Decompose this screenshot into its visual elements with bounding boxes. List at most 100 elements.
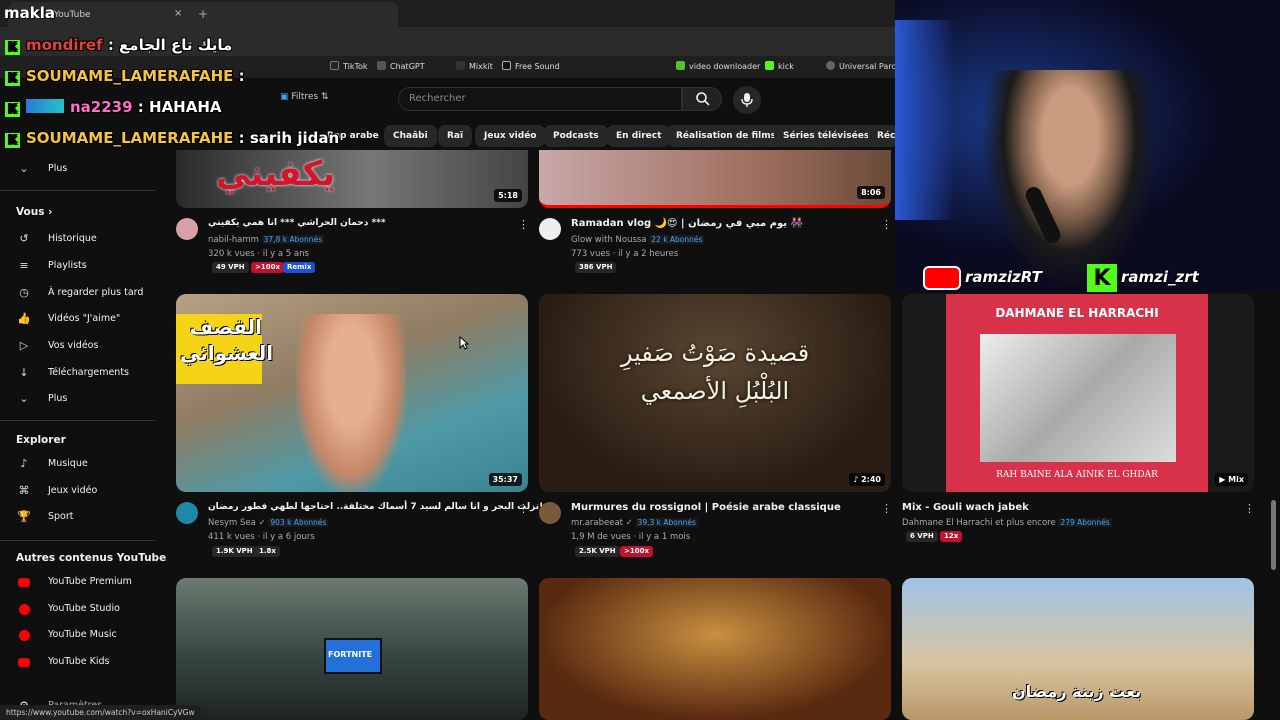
avatar[interactable]	[176, 218, 198, 240]
channel-name[interactable]: Nesym Sea ✓ 903 k Abonnés	[208, 518, 329, 528]
ratio-badge: >100x	[251, 262, 284, 273]
bookmark-mixkit[interactable]: Mixkit	[456, 61, 493, 71]
more-options-icon[interactable]: ⋮	[881, 218, 892, 231]
chip-en-direct[interactable]: En direct	[607, 125, 671, 147]
chat-text: مايك تاع الجامع	[119, 36, 233, 54]
channel-name[interactable]: mr.arabeeat ✓ 39,3 k Abonnés	[571, 518, 698, 528]
channel-name[interactable]: Glow with Noussa 22 k Abonnés	[571, 235, 705, 245]
video-meta: 1,9 M de vues · il y a 1 mois	[571, 532, 691, 542]
video-thumbnail[interactable]	[539, 578, 891, 720]
chat-message: K SOUMAME_LAMERAFAHE : sarih jidan	[5, 129, 339, 148]
vph-badge: 1.9K VPH	[212, 546, 257, 557]
subscriber-count: 279 Abonnés	[1058, 518, 1112, 527]
search-input[interactable]: Rechercher	[398, 87, 682, 111]
sidebar-divider	[0, 540, 155, 541]
tab-title: YouTube	[54, 10, 91, 20]
video-thumbnail[interactable]: القصف العشوائي 35:37	[176, 294, 528, 492]
more-options-icon[interactable]: ⋮	[518, 218, 529, 231]
chip-chaabi[interactable]: Chaâbi	[384, 125, 437, 147]
sidebar-divider	[0, 190, 155, 191]
video-title[interactable]: دحمان الحراشي *** انا همي يكفيني ***	[208, 218, 386, 228]
verified-icon: ✓	[258, 518, 266, 528]
video-thumbnail[interactable]: قصيدة صَوْتُ صَفيرِ البُلْبُلِ الأصمعي ♪…	[539, 294, 891, 492]
channel-label: mr.arabeeat	[571, 518, 624, 528]
chevron-down-icon: ⌄	[19, 392, 29, 405]
bookmark-video-downloader[interactable]: video downloader	[676, 61, 760, 71]
ratio-badge: 1.8x	[255, 546, 280, 557]
screen: YouTube × + TikTok ChatGPT Mixkit Free S…	[0, 0, 1280, 720]
kick-icon: K	[5, 133, 20, 148]
social-handles: ramzizRT K ramzi_zrt	[923, 262, 1273, 292]
thumbnail-text: يكفيني	[216, 154, 336, 194]
avatar[interactable]	[176, 502, 198, 524]
video-title[interactable]: نزلت البحر و انا سالم لسيد 7 أسماك مختلف…	[208, 502, 543, 512]
chip-reci[interactable]: Réci	[868, 125, 899, 147]
playlist-icon: ▶	[1219, 475, 1229, 484]
duration-label: Mix	[1228, 475, 1244, 484]
bookmark-universal-parcel[interactable]: Universal Parcel	[826, 61, 903, 71]
thumbnail-photo	[980, 334, 1176, 462]
sidebar-item-label: Plus	[48, 163, 68, 174]
video-duration: 35:37	[488, 473, 522, 486]
vph-badge: 49 VPH	[212, 262, 249, 273]
scrollbar-thumb[interactable]	[1271, 500, 1276, 570]
search-placeholder: Rechercher	[409, 93, 466, 104]
stream-logo: makla	[4, 4, 55, 22]
video-duration: ♪ 2:40	[849, 473, 885, 486]
more-options-icon[interactable]: ⋮	[518, 502, 529, 515]
browser-tab-bar: YouTube × +	[0, 0, 895, 28]
bookmark-kick[interactable]: kick	[765, 61, 794, 71]
voice-search-button[interactable]	[733, 86, 761, 114]
video-meta: 320 k vues · il y a 5 ans	[208, 249, 309, 259]
video-title[interactable]: Ramadan vlog 🌙😍 | يوم مبي في رمضان 👭	[571, 218, 803, 229]
sidebar-section-other: Autres contenus YouTube	[16, 552, 167, 564]
video-title[interactable]: Mix - Gouli wach jabek	[902, 502, 1029, 513]
subscriber-count: 39,3 k Abonnés	[635, 518, 698, 527]
music-icon: ♪	[20, 457, 28, 470]
chip-series-televisees[interactable]: Séries télévisées	[774, 125, 879, 147]
filters-label: Filtres	[291, 92, 319, 102]
video-thumbnail[interactable]: DAHMANE EL HARRACHI RAH BAINE ALA AINIK …	[902, 294, 1254, 492]
thumbnail-text: القصف العشوائي	[180, 315, 274, 365]
channel-label: Nesym Sea	[208, 518, 256, 528]
channel-name[interactable]: nabil-hamm 37,8 k Abonnés	[208, 235, 324, 245]
video-title[interactable]: Murmures du rossignol | Poésie arabe cla…	[571, 502, 841, 513]
search-button[interactable]	[682, 87, 722, 111]
duration-label: 2:40	[861, 475, 881, 484]
microphone-icon	[741, 93, 753, 107]
chip-rai[interactable]: Raï	[438, 125, 473, 147]
chip-jeux-video[interactable]: Jeux vidéo	[475, 125, 546, 147]
channel-name[interactable]: Dahmane El Harrachi et plus encore 279 A…	[902, 518, 1112, 528]
tab-close-icon[interactable]: ×	[174, 8, 182, 19]
chat-text: HAHAHA	[149, 98, 222, 116]
bookmark-tiktok[interactable]: TikTok	[330, 61, 368, 71]
youtube-icon	[923, 266, 961, 290]
video-thumbnail[interactable]: بعت زينة رمضان	[902, 578, 1254, 720]
more-options-icon[interactable]: ⋮	[881, 502, 892, 515]
vph-badge: 386 VPH	[575, 262, 617, 273]
avatar[interactable]	[539, 218, 561, 240]
bookmark-chatgpt[interactable]: ChatGPT	[377, 61, 425, 71]
chip-podcasts[interactable]: Podcasts	[544, 125, 608, 147]
video-thumbnail[interactable]: يكفيني 5:18	[176, 150, 528, 208]
chatgpt-icon	[377, 61, 386, 70]
video-thumbnail[interactable]: FORTNITE	[176, 578, 528, 720]
filters-button[interactable]: ▣ Filtres ⇅	[280, 92, 329, 102]
youtube-studio-icon	[16, 602, 32, 616]
streamer-figure	[980, 70, 1160, 292]
bookmark-freesound[interactable]: Free Sound	[502, 61, 560, 71]
my-videos-icon: ▷	[19, 339, 29, 352]
bookmark-label: video downloader	[689, 62, 761, 71]
tiktok-icon	[330, 61, 339, 70]
channel-label: Glow with Noussa	[571, 235, 647, 245]
sidebar-item-label: YouTube Music	[48, 629, 117, 640]
sidebar-section-vous[interactable]: Vous ›	[16, 206, 52, 218]
browser-tab[interactable]: YouTube × +	[8, 2, 398, 28]
video-thumbnail[interactable]: 8:06	[539, 150, 891, 208]
avatar[interactable]	[539, 502, 561, 524]
new-tab-icon[interactable]: +	[198, 7, 208, 21]
thumbnail-poster: DAHMANE EL HARRACHI RAH BAINE ALA AINIK …	[946, 294, 1208, 492]
more-options-icon[interactable]: ⋮	[1244, 502, 1255, 515]
ratio-badge: >100x	[620, 546, 653, 557]
chip-realisation-films[interactable]: Réalisation de films	[667, 125, 785, 147]
